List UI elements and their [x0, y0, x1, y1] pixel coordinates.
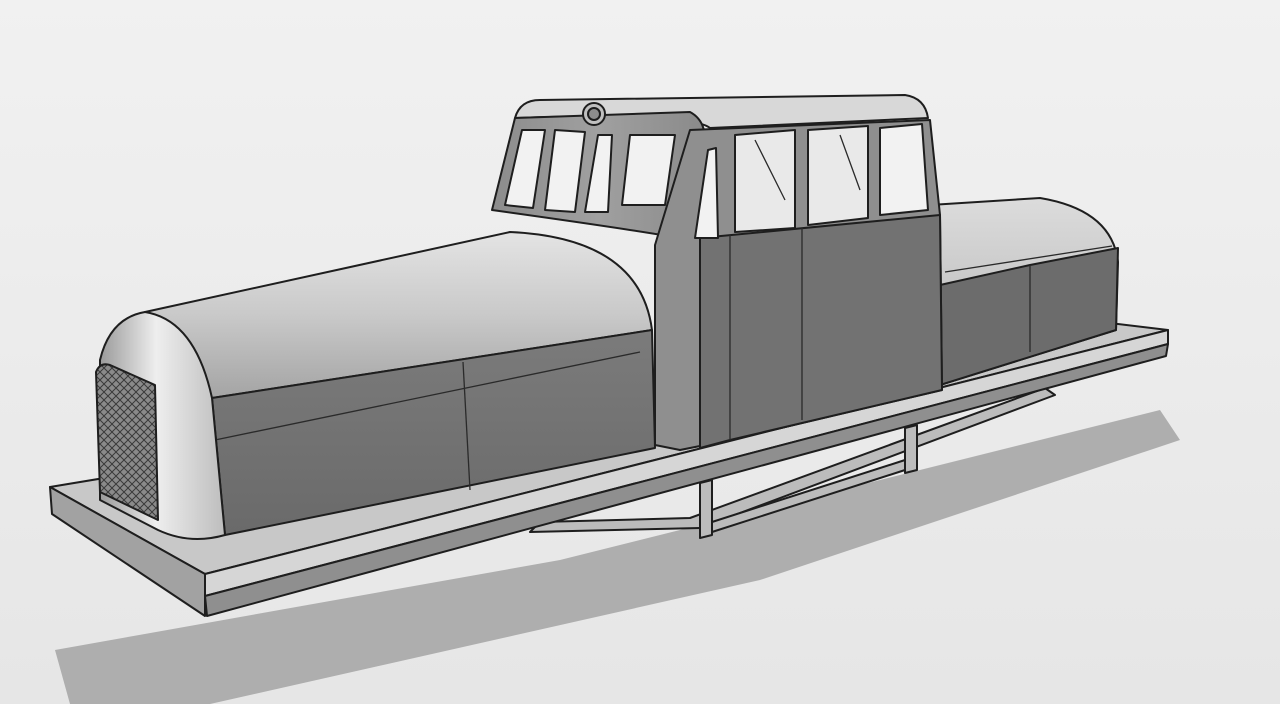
side-window-2	[734, 129, 796, 233]
locomotive-body-model[interactable]	[0, 0, 1280, 704]
side-window-3	[807, 125, 869, 226]
cad-3d-viewport[interactable]	[0, 0, 1280, 704]
side-window-4	[879, 123, 929, 216]
front-window-4	[621, 134, 676, 206]
